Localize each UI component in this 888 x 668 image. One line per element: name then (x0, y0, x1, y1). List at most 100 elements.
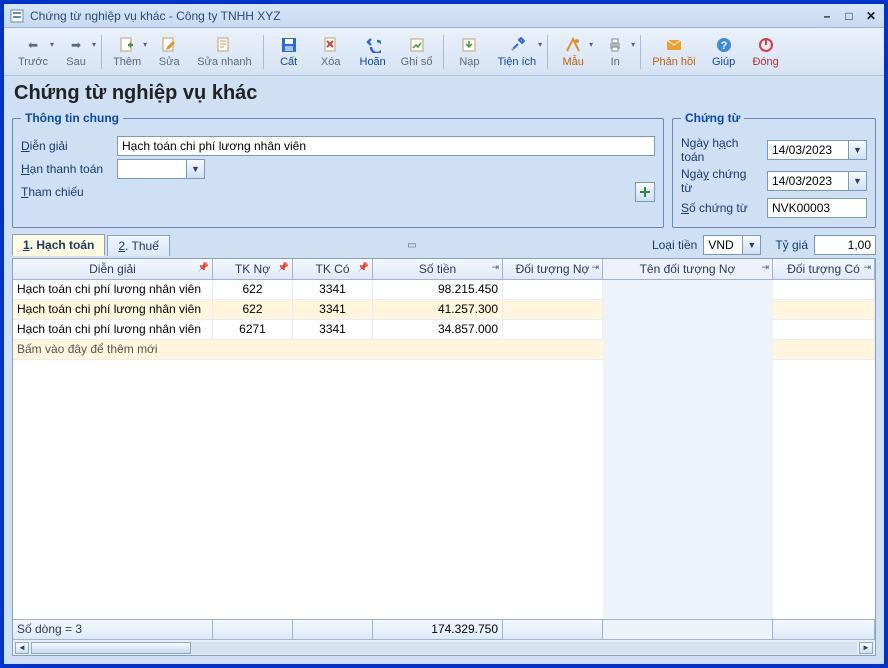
currency-dropdown[interactable]: ▼ (743, 235, 761, 255)
han-tt-input[interactable] (117, 159, 187, 179)
table-row[interactable]: Hạch toán chi phí lương nhân viên6271334… (13, 320, 875, 340)
col-tk-co[interactable]: TK Có📌 (293, 259, 373, 279)
ngay-ct-input[interactable] (767, 171, 849, 191)
prev-button[interactable]: ⬅▾Trước (12, 32, 54, 72)
mail-icon (666, 36, 682, 54)
next-label: Sau (66, 56, 86, 68)
undo-icon (365, 36, 381, 54)
template-button[interactable]: ▾Mẫu (553, 32, 593, 72)
currency-input[interactable] (703, 235, 743, 255)
col-dien-giai[interactable]: Diễn giải📌 (13, 259, 213, 279)
arrow-left-icon: ⬅ (28, 36, 38, 54)
quickedit-label: Sửa nhanh (197, 56, 251, 68)
edit-label: Sửa (159, 56, 180, 68)
feedback-button[interactable]: Phản hồi (646, 32, 701, 72)
print-button[interactable]: ▾In (595, 32, 635, 72)
grid: Diễn giải📌 TK Nợ📌 TK Có📌 Số tiền⇥ Đối tư… (12, 258, 876, 656)
grid-footer: Số dòng = 3 174.329.750 (13, 619, 875, 639)
load-button[interactable]: Nạp (449, 32, 489, 72)
add-label: Thêm (113, 56, 141, 68)
tham-chieu-label: Tham chiếu (21, 185, 111, 199)
power-icon (758, 36, 774, 54)
quickedit-button[interactable]: Sửa nhanh (191, 32, 257, 72)
so-ct-input[interactable] (767, 198, 867, 218)
quickedit-icon (216, 36, 232, 54)
save-icon (281, 36, 297, 54)
col-tk-no[interactable]: TK Nợ📌 (213, 259, 293, 279)
loai-tien-label: Loại tiền (652, 238, 697, 252)
close-label: Đóng (752, 56, 778, 68)
maximize-button[interactable]: □ (842, 9, 856, 23)
feedback-label: Phản hồi (652, 56, 695, 68)
ngay-ct-dropdown[interactable]: ▼ (849, 171, 867, 191)
post-icon (409, 36, 425, 54)
delete-label: Xóa (321, 56, 341, 68)
page-title: Chứng từ nghiệp vụ khác (14, 82, 876, 105)
print-label: In (611, 56, 620, 68)
ngay-ct-label: Ngày chứng từ (681, 167, 761, 195)
so-ct-label: Số chứng từ (681, 201, 761, 215)
help-button[interactable]: ? Giúp (704, 32, 744, 72)
undo-button[interactable]: Hoãn (353, 32, 393, 72)
undo-label: Hoãn (360, 56, 386, 68)
add-new-row[interactable]: Bấm vào đây để thêm mới (13, 340, 875, 360)
next-button[interactable]: ➡▾Sau (56, 32, 96, 72)
grid-header: Diễn giải📌 TK Nợ📌 TK Có📌 Số tiền⇥ Đối tư… (13, 259, 875, 280)
help-label: Giúp (712, 56, 735, 68)
grid-body[interactable]: Hạch toán chi phí lương nhân viên6223341… (13, 280, 875, 619)
post-button[interactable]: Ghi sổ (395, 32, 439, 72)
close-window-button[interactable]: ✕ (864, 9, 878, 23)
edit-button[interactable]: Sửa (149, 32, 189, 72)
ngay-ht-dropdown[interactable]: ▼ (849, 140, 867, 160)
svg-text:?: ? (720, 40, 727, 52)
total-cell: 174.329.750 (373, 620, 503, 639)
col-dt-co[interactable]: Đối tượng Có⇥ (773, 259, 875, 279)
delete-icon (323, 36, 339, 54)
load-icon (461, 36, 477, 54)
titlebar: Chứng từ nghiệp vụ khác - Công ty TNHH X… (4, 4, 884, 28)
save-label: Cất (280, 56, 297, 68)
han-tt-dropdown[interactable]: ▼ (187, 159, 205, 179)
app-icon (10, 9, 24, 23)
print-icon (607, 36, 623, 54)
utility-icon (509, 36, 525, 54)
col-so-tien[interactable]: Số tiền⇥ (373, 259, 503, 279)
pin-icon: 📌 (198, 262, 209, 273)
window-title: Chứng từ nghiệp vụ khác - Công ty TNHH X… (30, 9, 281, 23)
ngay-ht-input[interactable] (767, 140, 849, 160)
voucher-legend: Chứng từ (681, 111, 744, 125)
table-row[interactable]: Hạch toán chi phí lương nhân viên6223341… (13, 280, 875, 300)
utility-button[interactable]: ▾Tiện ích (491, 32, 542, 72)
collapse-toggle[interactable]: ▭ (178, 240, 646, 251)
dien-giai-label: Diễn giải (21, 139, 111, 153)
load-label: Nạp (459, 56, 479, 68)
toolbar: ⬅▾Trước ➡▾Sau ▾Thêm Sửa Sửa nhanh Cất Xó… (4, 28, 884, 76)
add-button[interactable]: ▾Thêm (107, 32, 147, 72)
scroll-thumb[interactable] (31, 642, 191, 654)
general-legend: Thông tin chung (21, 111, 123, 125)
col-dt-no[interactable]: Đối tượng Nợ⇥ (503, 259, 603, 279)
row-count: Số dòng = 3 (13, 620, 213, 639)
table-row[interactable]: Hạch toán chi phí lương nhân viên6223341… (13, 300, 875, 320)
template-icon (565, 36, 581, 54)
tab-hachtoan[interactable]: 1. Hạch toán (12, 234, 105, 256)
tab-thue[interactable]: 2. Thuế (107, 235, 170, 256)
rate-input[interactable] (814, 235, 876, 255)
arrow-right-icon: ➡ (71, 36, 81, 54)
voucher-fieldset: Chứng từ Ngày hạch toán ▼ Ngày chứng từ … (672, 111, 876, 228)
dien-giai-input[interactable] (117, 136, 655, 156)
scroll-right-button[interactable]: ► (859, 642, 873, 654)
app-window: Chứng từ nghiệp vụ khác - Công ty TNHH X… (0, 0, 888, 668)
save-button[interactable]: Cất (269, 32, 309, 72)
horizontal-scrollbar[interactable]: ◄ ► (13, 639, 875, 655)
minimize-button[interactable]: – (820, 9, 834, 23)
add-reference-button[interactable] (635, 182, 655, 202)
col-ten-dt-no[interactable]: Tên đối tượng Nợ⇥ (603, 259, 773, 279)
scroll-left-button[interactable]: ◄ (15, 642, 29, 654)
template-label: Mẫu (562, 56, 583, 68)
delete-button[interactable]: Xóa (311, 32, 351, 72)
prev-label: Trước (18, 56, 48, 68)
ngay-ht-label: Ngày hạch toán (681, 136, 761, 164)
close-button[interactable]: Đóng (746, 32, 786, 72)
han-tt-label: Hạn thanh toán (21, 162, 111, 176)
